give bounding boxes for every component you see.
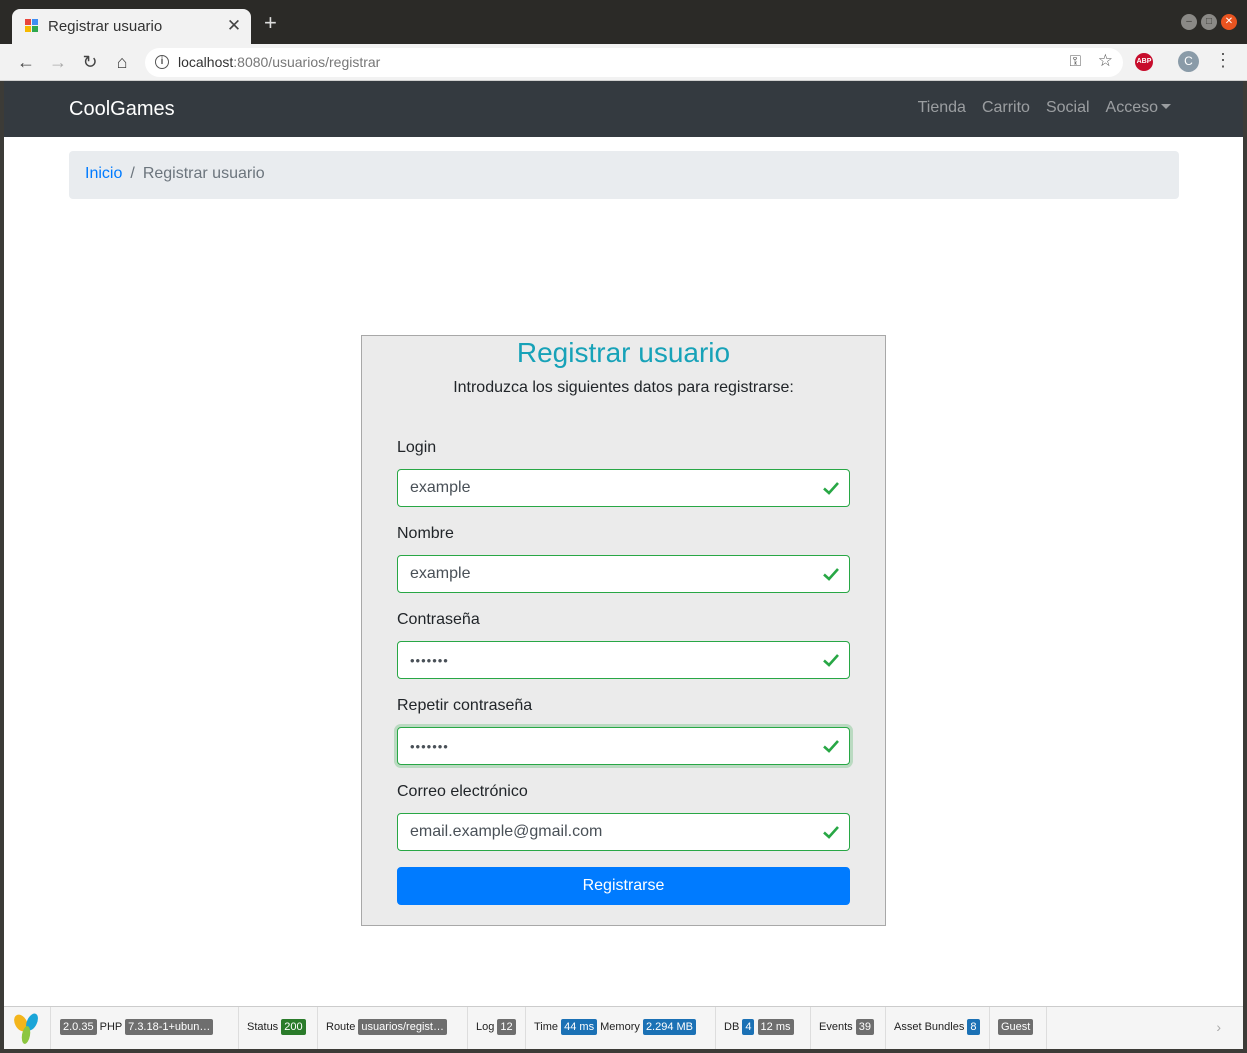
breadcrumb-home-link[interactable]: Inicio [85,165,122,182]
status-label: Status [247,1021,279,1033]
debug-time-block[interactable]: Time 44 ms Memory 2.294 MB [526,1007,716,1049]
nav-item-social[interactable]: Social [1046,99,1090,117]
debug-route-block[interactable]: Route usuarios/regist… [318,1007,468,1049]
nav-item-acceso-dropdown[interactable]: Acceso [1106,99,1171,117]
minimize-icon[interactable]: – [1181,14,1197,30]
email-input[interactable] [410,814,810,850]
register-submit-button[interactable]: Registrarse [397,867,850,905]
login-label: Login [397,439,437,456]
profile-avatar[interactable]: C [1178,51,1199,72]
status-badge: 200 [281,1019,306,1035]
log-label: Log [476,1021,495,1033]
url-host: localhost [178,54,234,70]
time-label: Time [534,1021,559,1033]
page-viewport: CoolGames Tienda Carrito Social Acceso I… [4,81,1243,1049]
window-controls: – □ ✕ [1181,14,1237,30]
valid-check-icon [823,826,839,839]
nav-item-tienda[interactable]: Tienda [918,99,966,117]
browser-toolbar: ← → ↻ ⌂ i localhost:8080/usuarios/regist… [0,44,1247,81]
version-badge: 2.0.35 [60,1019,97,1035]
debug-toolbar: 2.0.35 PHP 7.3.18-1+ubun… Status 200 Rou… [4,1006,1243,1049]
form-subtitle: Introduzca los siguientes datos para reg… [453,379,794,396]
db-count-badge: 4 [742,1019,755,1035]
events-label: Events [819,1021,853,1033]
db-label: DB [724,1021,740,1033]
key-icon[interactable]: ⚿ [1070,53,1081,70]
breadcrumb-current: Registrar usuario [142,165,265,182]
url-text: localhost:8080/usuarios/registrar [178,54,380,70]
password-field[interactable] [397,641,850,679]
bookmark-star-icon[interactable]: ☆ [1098,51,1113,71]
yii-logo-graphic [14,1013,38,1044]
back-icon[interactable]: ← [14,50,38,74]
route-label: Route [326,1021,356,1033]
repeat-password-input[interactable] [410,728,810,764]
caret-down-icon [1161,104,1171,109]
assets-badge: 8 [967,1019,980,1035]
debug-user-block[interactable]: Guest [990,1007,1047,1049]
close-window-icon[interactable]: ✕ [1221,14,1237,30]
valid-check-icon [823,568,839,581]
tab-title: Registrar usuario [48,18,163,35]
info-icon[interactable]: i [155,55,169,69]
debug-db-block[interactable]: DB 4 12 ms [716,1007,811,1049]
events-badge: 39 [855,1019,874,1035]
password-label: Contraseña [397,611,480,628]
address-bar[interactable]: i localhost:8080/usuarios/registrar ⚿ ☆ [145,48,1123,77]
memory-badge: 2.294 MB [642,1019,697,1035]
debug-toggle-chevron-icon[interactable]: › [1216,1019,1221,1035]
user-badge: Guest [998,1019,1034,1035]
debug-version-block[interactable]: 2.0.35 PHP 7.3.18-1+ubun… [52,1007,239,1049]
email-field[interactable] [397,813,850,851]
yii-logo-icon[interactable] [4,1007,51,1049]
log-badge: 12 [497,1019,516,1035]
maximize-icon[interactable]: □ [1201,14,1217,30]
assets-label: Asset Bundles [894,1021,965,1033]
reload-icon[interactable]: ↻ [78,50,102,74]
browser-tab[interactable]: Registrar usuario ✕ [12,9,251,44]
email-label: Correo electrónico [397,783,528,800]
nombre-field[interactable] [397,555,850,593]
favicon-icon [25,19,39,33]
valid-check-icon [823,654,839,667]
repeat-password-label: Repetir contraseña [397,697,533,714]
route-badge: usuarios/regist… [358,1019,447,1035]
password-input[interactable] [410,642,810,678]
php-version-badge: 7.3.18-1+ubun… [125,1019,214,1035]
nav-item-acceso-label: Acceso [1105,99,1158,116]
new-tab-button[interactable]: + [264,12,277,34]
nombre-input[interactable] [410,556,810,592]
site-navbar: CoolGames Tienda Carrito Social Acceso [4,81,1243,137]
form-title: Registrar usuario [516,337,731,368]
tab-close-icon[interactable]: ✕ [225,16,243,36]
browser-menu-icon[interactable]: ⋮ [1214,50,1232,71]
site-brand[interactable]: CoolGames [69,98,175,121]
url-path: :8080/usuarios/registrar [233,54,381,70]
login-input[interactable] [410,470,810,506]
nav-item-carrito[interactable]: Carrito [982,99,1030,117]
breadcrumb: Inicio / Registrar usuario [69,151,1179,199]
debug-assets-block[interactable]: Asset Bundles 8 [886,1007,990,1049]
register-form-card: Registrar usuario Introduzca los siguien… [361,335,886,926]
valid-check-icon [823,740,839,753]
browser-titlebar: Registrar usuario ✕ + – □ ✕ [0,0,1247,44]
home-icon[interactable]: ⌂ [110,50,134,74]
time-badge: 44 ms [561,1019,598,1035]
db-time-badge: 12 ms [757,1019,794,1035]
debug-log-block[interactable]: Log 12 [468,1007,526,1049]
login-field[interactable] [397,469,850,507]
php-label: PHP [99,1021,123,1033]
adblock-icon[interactable]: ABP [1135,53,1153,71]
nav-links: Tienda Carrito Social Acceso [918,99,1171,117]
breadcrumb-separator: / [130,165,135,182]
memory-label: Memory [600,1021,640,1033]
repeat-password-field[interactable] [397,727,850,765]
forward-icon[interactable]: → [46,50,70,74]
valid-check-icon [823,482,839,495]
debug-events-block[interactable]: Events 39 [811,1007,886,1049]
debug-status-block[interactable]: Status 200 [239,1007,318,1049]
nombre-label: Nombre [397,525,454,542]
